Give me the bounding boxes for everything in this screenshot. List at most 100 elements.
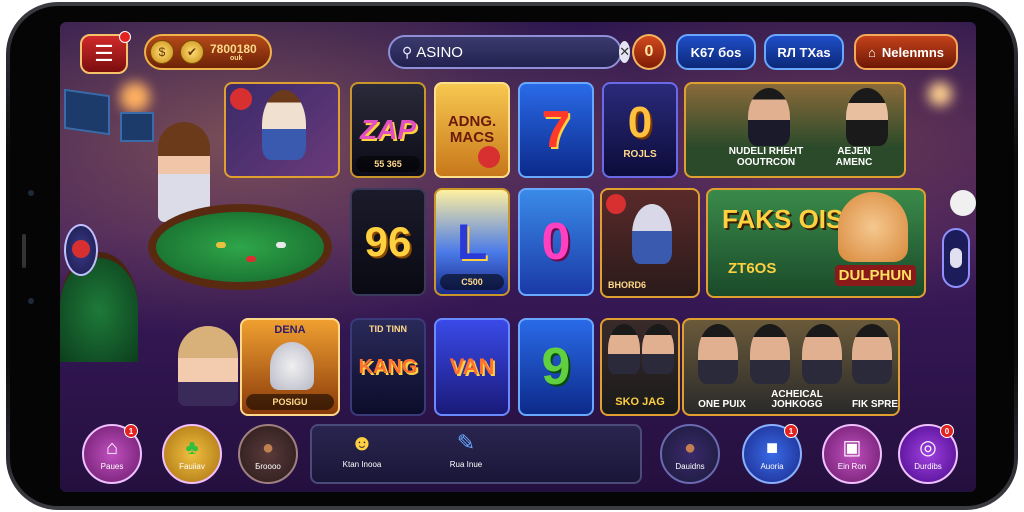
tile-label: ONE PUIX xyxy=(698,399,746,410)
prev-arrow-button[interactable] xyxy=(64,224,98,276)
tab-pill-1[interactable]: K67 бos xyxy=(676,34,756,70)
camera-dot xyxy=(28,190,34,196)
mascot-figure xyxy=(270,342,314,390)
tile-title: L xyxy=(456,214,488,270)
game-tile-sko-jag[interactable]: SKO JAG xyxy=(600,318,680,416)
side-button xyxy=(22,234,26,268)
nav-item-6[interactable]: ▣ Ein Ron xyxy=(822,424,882,484)
game-tile-players[interactable]: ONE PUIX ACHEICAL JOHKOGG FIK SPRE xyxy=(682,318,900,416)
tile-title: 96 xyxy=(364,218,412,265)
casino-lobby-screen: ☰ $ ✔ 7800180 ouk ⚲ ✕ 0 K67 бos RЛ TXas … xyxy=(60,22,976,492)
notification-badge: 1 xyxy=(124,424,138,438)
game-tile-rolls[interactable]: 0 ROJLS xyxy=(602,82,678,178)
search-input[interactable] xyxy=(416,43,616,61)
chip-icon xyxy=(950,190,976,216)
nav-label: Ktan Inooa xyxy=(342,460,382,469)
game-tile-nine[interactable]: 9 xyxy=(518,318,594,416)
wand-icon: ✎ xyxy=(456,430,476,455)
tile-title: KANG xyxy=(358,355,418,378)
notification-dot xyxy=(119,31,131,43)
tile-label-3: FIK SPRE xyxy=(851,399,899,410)
nav-center-panel: ☻ Ktan Inooa ✎ Rua Inue xyxy=(310,424,642,484)
chip-icon xyxy=(478,146,500,168)
nav-label: Бroooo xyxy=(255,461,281,471)
player-figure xyxy=(608,324,640,374)
nav-item-4[interactable]: ● Dauidns xyxy=(660,424,720,484)
tile-label: C500 xyxy=(440,274,504,290)
game-tile-dena[interactable]: DENA POSIGU xyxy=(240,318,340,416)
notification-badge: 0 xyxy=(940,424,954,438)
nav-center-item-2[interactable]: ✎ Rua Inue xyxy=(436,430,496,469)
clover-icon: ♣ xyxy=(185,436,199,459)
search-icon: ⚲ xyxy=(402,43,413,60)
tile-label: BHORD6 xyxy=(608,280,647,290)
clear-search-icon[interactable]: ✕ xyxy=(619,41,631,63)
game-tile-seven[interactable]: 7 xyxy=(518,82,594,178)
tile-label: NUDELI RHEHT OOUTRCON xyxy=(728,146,804,168)
game-tile-zap[interactable]: ZAP 55 365 xyxy=(350,82,426,178)
game-tile-faks-dulphun[interactable]: FAKS OIS ZT6OS DULPHUN xyxy=(706,188,926,298)
nav-label: Auoria xyxy=(760,461,784,471)
bag-icon: ● xyxy=(261,436,275,459)
nav-item-1[interactable]: ⌂ Paues 1 xyxy=(82,424,142,484)
nav-item-5[interactable]: ■ Auoria 1 xyxy=(742,424,802,484)
nav-item-2[interactable]: ♣ Fauiiav xyxy=(162,424,222,484)
nav-label: Dauidns xyxy=(675,461,705,471)
ceiling-light xyxy=(928,82,952,106)
tile-title: 7 xyxy=(541,101,571,159)
bear-icon: ● xyxy=(683,436,697,459)
dealer-woman xyxy=(846,88,888,146)
game-tile-live-dealers[interactable]: NUDELI RHEHT OOUTRCON AEJEN AMENC xyxy=(684,82,906,178)
tile-title: DENA xyxy=(274,324,306,336)
tile-title: ZAP xyxy=(360,114,416,145)
tab-pill-3-label: Nelenmns xyxy=(881,44,944,60)
player-figure xyxy=(642,324,674,374)
tab-pill-3[interactable]: ⌂ Nelenmns xyxy=(854,34,958,70)
tile-title: VAN xyxy=(449,354,495,379)
fox-mascot xyxy=(838,192,908,262)
chevron-right-icon xyxy=(950,248,962,268)
game-tile-L[interactable]: L C500 xyxy=(434,188,510,296)
game-tile-zero[interactable]: 0 xyxy=(518,188,594,296)
clover-icon: ✔ xyxy=(180,40,204,64)
player-woman xyxy=(178,326,238,406)
game-tile-racer[interactable]: BHORD6 xyxy=(600,188,700,298)
nav-item-3[interactable]: ● Бroooo xyxy=(238,424,298,484)
game-tile-clown[interactable] xyxy=(224,82,340,178)
menu-button[interactable]: ☰ xyxy=(80,31,131,74)
coins-value: 7800180 xyxy=(210,41,257,56)
coins-balance-button[interactable]: $ ✔ 7800180 ouk xyxy=(144,34,272,70)
notification-badge: 1 xyxy=(784,424,798,438)
house-icon: ⌂ xyxy=(105,436,119,459)
clown-figure xyxy=(262,90,306,160)
tab-pill-2[interactable]: RЛ TXas xyxy=(764,34,844,70)
nav-label: Ein Ron xyxy=(837,461,867,471)
nav-label: Rua Inue xyxy=(449,460,483,469)
game-tile-kang[interactable]: TID TINN KANG xyxy=(350,318,426,416)
tile-label: POSIGU xyxy=(246,394,334,410)
tile-label: DULPHUN xyxy=(834,265,916,286)
nav-label: Paues xyxy=(100,461,124,471)
tile-label-2: AEJEN AMENC xyxy=(835,146,873,168)
chip xyxy=(276,242,286,248)
nav-item-7[interactable]: ◎ Durdibs 0 xyxy=(898,424,958,484)
menu-icon: ☰ xyxy=(94,41,114,66)
tile-label: SKO JAG xyxy=(615,396,665,408)
game-tile-van[interactable]: VAN xyxy=(434,318,510,416)
game-tile-adng-macs[interactable]: ADNG. MACS xyxy=(434,82,510,178)
player-figure xyxy=(750,324,790,384)
coin-icon: $ xyxy=(150,40,174,64)
wall-screen xyxy=(120,112,154,142)
chip xyxy=(216,242,226,248)
nav-label: Durdibs xyxy=(914,461,942,471)
top-bar: ☰ $ ✔ 7800180 ouk ⚲ ✕ 0 K67 бos RЛ TXas … xyxy=(60,22,976,82)
chip xyxy=(246,256,256,262)
home-icon: ⌂ xyxy=(868,44,876,60)
game-tile-96[interactable]: 96 xyxy=(350,188,426,296)
next-arrow-button[interactable] xyxy=(942,228,970,288)
nav-center-item-1[interactable]: ☻ Ktan Inooa xyxy=(332,430,392,469)
tile-title: FAKS OIS xyxy=(722,204,844,234)
bonus-button[interactable]: 0 xyxy=(632,34,666,70)
camera-icon: ▣ xyxy=(842,436,862,459)
search-bar[interactable]: ⚲ ✕ xyxy=(388,35,631,69)
